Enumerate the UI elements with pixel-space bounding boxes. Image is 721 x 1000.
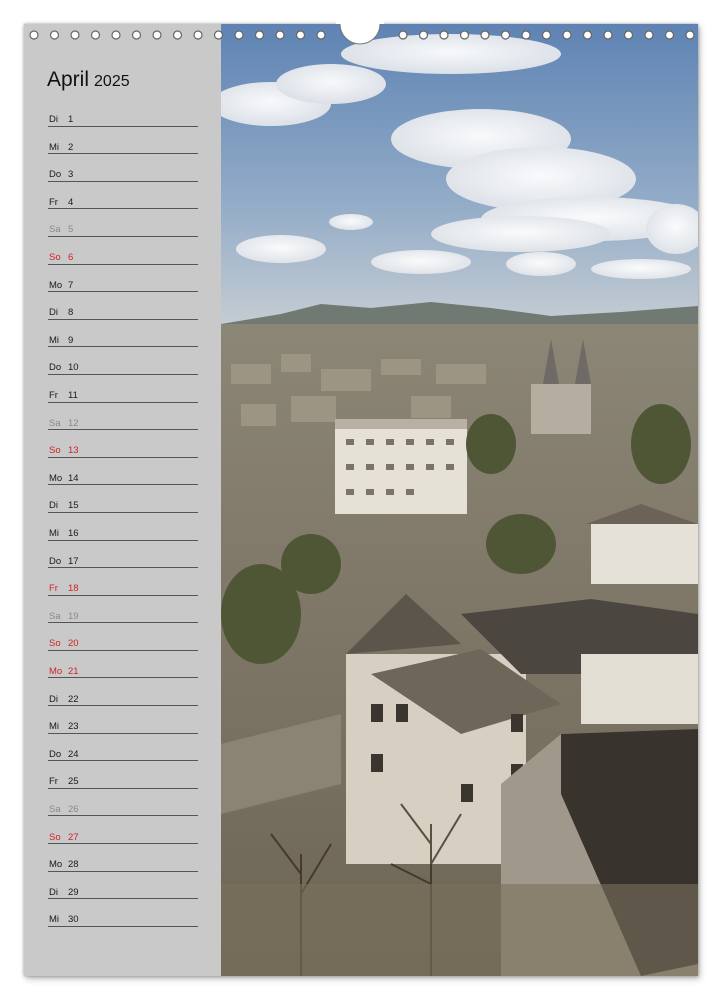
day-of-week: Fr xyxy=(49,196,58,208)
day-of-week: Mi xyxy=(49,528,60,539)
day-row: Sa 19 xyxy=(48,596,198,624)
calendar-page: April 2025 Di 1 Mi 2 Do 3 Fr 4 Sa 5 So 6 Mo 7 Di 8 Mi 9 Do 1… xyxy=(24,24,698,976)
day-of-week: Di xyxy=(49,886,58,898)
day-row: Mi 16 xyxy=(48,513,198,541)
day-row: Fr 25 xyxy=(48,761,198,789)
day-row: Mo 14 xyxy=(48,458,198,486)
day-number: 2 xyxy=(68,141,74,153)
day-number: 17 xyxy=(68,555,79,567)
day-row: So 13 xyxy=(48,430,198,458)
day-of-week: Mi xyxy=(49,334,60,346)
day-number: 7 xyxy=(68,279,74,291)
day-row: So 6 xyxy=(48,237,198,265)
day-number: 24 xyxy=(68,748,79,760)
day-number: 22 xyxy=(68,693,79,705)
town-view-photo xyxy=(221,24,698,976)
month-title: April 2025 xyxy=(47,68,130,92)
day-of-week: Mo xyxy=(49,279,63,291)
day-number: 9 xyxy=(68,334,74,346)
day-number: 14 xyxy=(68,472,79,484)
day-number: 25 xyxy=(68,776,79,788)
day-number: 23 xyxy=(68,721,79,733)
day-of-week: Di xyxy=(49,114,58,126)
day-number: 18 xyxy=(68,583,79,595)
day-of-week: So xyxy=(49,831,61,843)
day-number: 16 xyxy=(68,528,79,539)
day-number: 30 xyxy=(68,914,79,926)
day-row: Mo 7 xyxy=(48,265,198,293)
day-row: Sa 5 xyxy=(48,209,198,237)
day-of-week: Di xyxy=(49,500,58,512)
day-number: 5 xyxy=(68,224,74,236)
day-of-week: Mo xyxy=(49,859,63,871)
day-of-week: Di xyxy=(49,307,58,319)
day-row: Fr 4 xyxy=(48,182,198,210)
day-of-week: Fr xyxy=(49,583,58,595)
day-of-week: Mo xyxy=(49,665,63,677)
day-row: Di 15 xyxy=(48,485,198,513)
day-number: 28 xyxy=(68,859,79,871)
day-of-week: Mi xyxy=(49,721,60,733)
day-row: Do 24 xyxy=(48,734,198,762)
day-number: 6 xyxy=(68,252,74,264)
day-of-week: Sa xyxy=(49,417,61,429)
month-year: 2025 xyxy=(94,73,130,90)
day-of-week: So xyxy=(49,252,61,264)
day-of-week: Sa xyxy=(49,224,61,236)
day-row: Mo 21 xyxy=(48,651,198,679)
day-row: Mi 23 xyxy=(48,706,198,734)
day-of-week: Do xyxy=(49,555,62,567)
day-of-week: Mo xyxy=(49,472,63,484)
day-number: 10 xyxy=(68,362,79,374)
day-row: Mi 9 xyxy=(48,320,198,348)
calendar-sidebar: April 2025 Di 1 Mi 2 Do 3 Fr 4 Sa 5 So 6 Mo 7 Di 8 Mi 9 Do 1… xyxy=(24,24,221,976)
day-row: Mo 28 xyxy=(48,844,198,872)
day-number: 21 xyxy=(68,665,79,677)
day-row: Mi 30 xyxy=(48,899,198,927)
day-of-week: Do xyxy=(49,748,62,760)
day-row: Do 17 xyxy=(48,541,198,569)
day-of-week: Do xyxy=(49,169,62,181)
day-number: 26 xyxy=(68,803,79,815)
day-of-week: Fr xyxy=(49,390,58,402)
day-of-week: So xyxy=(49,638,61,650)
day-number: 27 xyxy=(68,831,79,843)
day-number: 12 xyxy=(68,417,79,429)
day-row: So 27 xyxy=(48,816,198,845)
day-row: So 20 xyxy=(48,623,198,651)
day-row: Fr 18 xyxy=(48,568,198,596)
day-of-week: Sa xyxy=(49,610,61,622)
day-number: 15 xyxy=(68,500,79,512)
day-of-week: Di xyxy=(49,693,58,705)
day-number: 20 xyxy=(68,638,79,650)
day-number: 1 xyxy=(68,114,74,126)
day-of-week: Sa xyxy=(49,803,61,815)
day-of-week: Mi xyxy=(49,914,60,926)
day-number: 11 xyxy=(68,390,78,402)
day-list: Di 1 Mi 2 Do 3 Fr 4 Sa 5 So 6 Mo 7 Di 8 Mi 9 Do 10 Fr 11 Sa 12 S… xyxy=(48,99,198,927)
day-row: Sa 26 xyxy=(48,789,198,817)
day-of-week: So xyxy=(49,445,61,457)
day-row: Do 10 xyxy=(48,347,198,375)
day-row: Di 22 xyxy=(48,678,198,707)
day-number: 4 xyxy=(68,196,74,208)
day-row: Di 29 xyxy=(48,872,198,900)
day-row: Di 1 xyxy=(48,99,198,127)
day-of-week: Mi xyxy=(49,141,60,153)
day-of-week: Fr xyxy=(49,776,58,788)
day-row: Sa 12 xyxy=(48,403,198,431)
day-number: 3 xyxy=(68,169,74,181)
day-row: Fr 11 xyxy=(48,375,198,403)
day-row: Mi 2 xyxy=(48,127,198,155)
month-name: April xyxy=(47,68,90,91)
day-number: 19 xyxy=(68,610,79,622)
day-number: 13 xyxy=(68,445,79,457)
day-row: Di 8 xyxy=(48,292,198,320)
day-number: 8 xyxy=(68,307,74,319)
day-number: 29 xyxy=(68,886,79,898)
day-row: Do 3 xyxy=(48,154,198,182)
day-of-week: Do xyxy=(49,362,62,374)
